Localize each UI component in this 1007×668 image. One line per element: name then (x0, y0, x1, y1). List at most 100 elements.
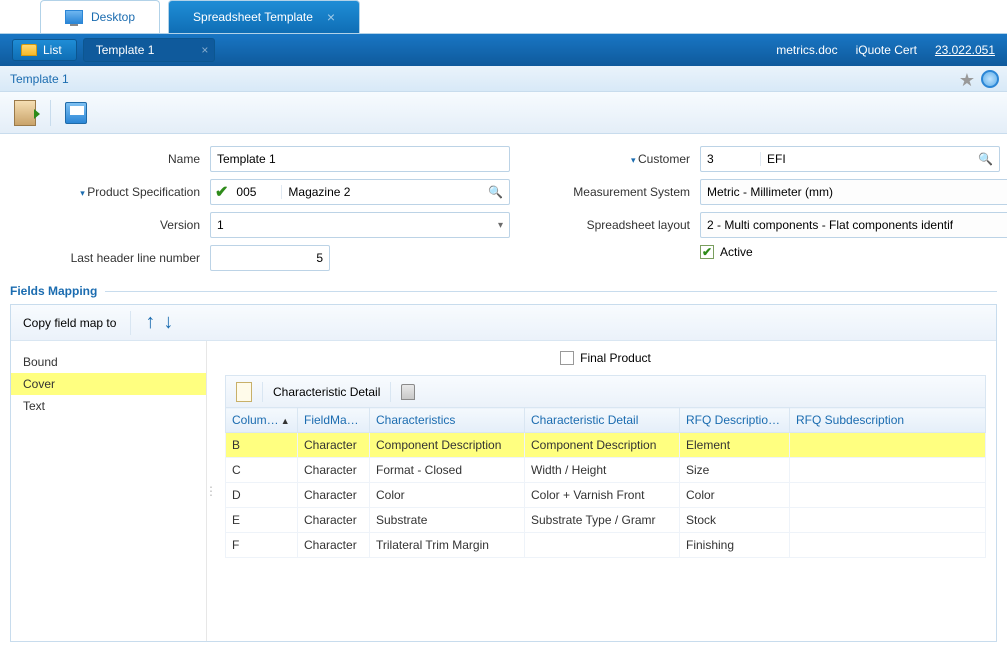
arrow-up-icon[interactable]: ↑ (145, 311, 155, 334)
separator (50, 100, 51, 126)
label-last-header: Last header line number (20, 251, 210, 265)
close-icon[interactable]: × (327, 9, 335, 25)
table-row[interactable]: FCharacterTrilateral Trim MarginFinishin… (226, 533, 986, 558)
copy-field-map-label: Copy field map to (23, 316, 116, 330)
link-metrics[interactable]: metrics.doc (776, 43, 837, 57)
product-spec-field[interactable]: ✔ 🔍 (210, 179, 510, 205)
cell: Size (680, 458, 790, 483)
layout-field[interactable]: 2 - Multi components - Flat components i… (700, 212, 1007, 238)
form: Name Product Specification ✔ 🔍 Version ▾ (0, 134, 1007, 284)
grid-area: Final Product Characteristic Detail Colu… (215, 341, 996, 641)
splitter[interactable]: ⋮ (207, 341, 215, 641)
list-button[interactable]: List (12, 39, 77, 61)
search-icon[interactable]: 🔍 (978, 152, 993, 166)
tab-desktop[interactable]: Desktop (40, 0, 160, 33)
cell: Character (298, 458, 370, 483)
final-product-checkbox[interactable] (560, 351, 574, 365)
product-spec-code[interactable] (232, 185, 282, 199)
label-version: Version (20, 218, 210, 232)
cell: Substrate (370, 508, 525, 533)
cell: Format - Closed (370, 458, 525, 483)
column-header[interactable]: RFQ Descriptio… (680, 408, 790, 433)
cell: Substrate Type / Gramr (525, 508, 680, 533)
table-row[interactable]: DCharacterColorColor + Varnish FrontColo… (226, 483, 986, 508)
column-header[interactable]: RFQ Subdescription (790, 408, 986, 433)
tab-spreadsheet-template[interactable]: Spreadsheet Template × (168, 0, 360, 33)
sidebar-item-bound[interactable]: Bound (11, 351, 206, 373)
mapping-grid: Colum…▲FieldMa…CharacteristicsCharacteri… (225, 407, 986, 558)
arrow-down-icon[interactable]: ↓ (163, 311, 173, 334)
label-customer: Customer (510, 152, 700, 166)
table-row[interactable]: CCharacterFormat - ClosedWidth / HeightS… (226, 458, 986, 483)
column-header[interactable]: Colum…▲ (226, 408, 298, 433)
final-product-row: Final Product (225, 351, 986, 365)
breadcrumb-text: Template 1 (10, 72, 69, 86)
cell: C (226, 458, 298, 483)
component-list: BoundCoverText (11, 341, 207, 641)
list-label: List (43, 43, 62, 57)
search-icon[interactable]: 🔍 (488, 185, 503, 199)
tab-spreadsheet-label: Spreadsheet Template (193, 10, 313, 24)
column-header[interactable]: FieldMa… (298, 408, 370, 433)
tab-desktop-label: Desktop (91, 10, 135, 24)
cell: Stock (680, 508, 790, 533)
product-spec-name[interactable] (282, 185, 509, 199)
active-field[interactable]: ✔ Active (700, 245, 753, 259)
cell: Element (680, 433, 790, 458)
last-header-input[interactable] (217, 251, 323, 265)
cell (790, 533, 986, 558)
save-icon[interactable] (65, 102, 87, 124)
new-icon[interactable] (236, 382, 252, 402)
cell: Component Description (370, 433, 525, 458)
cell: Character (298, 483, 370, 508)
sidebar-item-text[interactable]: Text (11, 395, 206, 417)
measurement-field[interactable]: Metric - Millimeter (mm) ▾ (700, 179, 1007, 205)
cell: Color + Varnish Front (525, 483, 680, 508)
link-version[interactable]: 23.022.051 (935, 43, 995, 57)
breadcrumb: Template 1 ★ (0, 66, 1007, 92)
cell: Character (298, 533, 370, 558)
cell: E (226, 508, 298, 533)
fields-mapping-title: Fields Mapping (10, 284, 97, 298)
measurement-value: Metric - Millimeter (mm) (707, 185, 833, 199)
cell: Width / Height (525, 458, 680, 483)
chevron-down-icon[interactable]: ▾ (498, 220, 503, 231)
name-input[interactable] (217, 152, 503, 166)
name-field[interactable] (210, 146, 510, 172)
version-field[interactable]: ▾ (210, 212, 510, 238)
template-tab[interactable]: Template 1 × (83, 38, 216, 62)
cell (525, 533, 680, 558)
toolbar (0, 92, 1007, 134)
cell: Color (680, 483, 790, 508)
label-layout: Spreadsheet layout (510, 218, 700, 232)
exit-icon[interactable] (14, 100, 36, 126)
table-row[interactable]: BCharacterComponent DescriptionComponent… (226, 433, 986, 458)
column-header[interactable]: Characteristics (370, 408, 525, 433)
cell (790, 433, 986, 458)
label-name: Name (20, 152, 210, 166)
link-iquote[interactable]: iQuote Cert (856, 43, 917, 57)
customer-name[interactable] (761, 152, 999, 166)
trash-icon[interactable] (401, 384, 415, 400)
table-row[interactable]: ECharacterSubstrateSubstrate Type / Gram… (226, 508, 986, 533)
monitor-icon (65, 10, 83, 24)
mapping-panel: Copy field map to ↑ ↓ BoundCoverText ⋮ F… (10, 304, 997, 642)
template-tab-label: Template 1 (96, 43, 155, 57)
customer-field[interactable]: 🔍 (700, 146, 1000, 172)
globe-icon[interactable] (981, 70, 999, 88)
label-measurement: Measurement System (510, 185, 700, 199)
customer-code[interactable] (701, 152, 761, 166)
cell (790, 508, 986, 533)
close-icon[interactable]: × (201, 43, 208, 57)
sidebar-item-cover[interactable]: Cover (11, 373, 206, 395)
cell: F (226, 533, 298, 558)
cell: Character (298, 433, 370, 458)
active-checkbox[interactable]: ✔ (700, 245, 714, 259)
separator (262, 382, 263, 402)
last-header-field[interactable] (210, 245, 330, 271)
header-links: metrics.doc iQuote Cert 23.022.051 (776, 43, 995, 57)
column-header[interactable]: Characteristic Detail (525, 408, 680, 433)
label-active: Active (720, 245, 753, 259)
version-input[interactable] (217, 218, 503, 232)
star-icon[interactable]: ★ (959, 70, 975, 91)
